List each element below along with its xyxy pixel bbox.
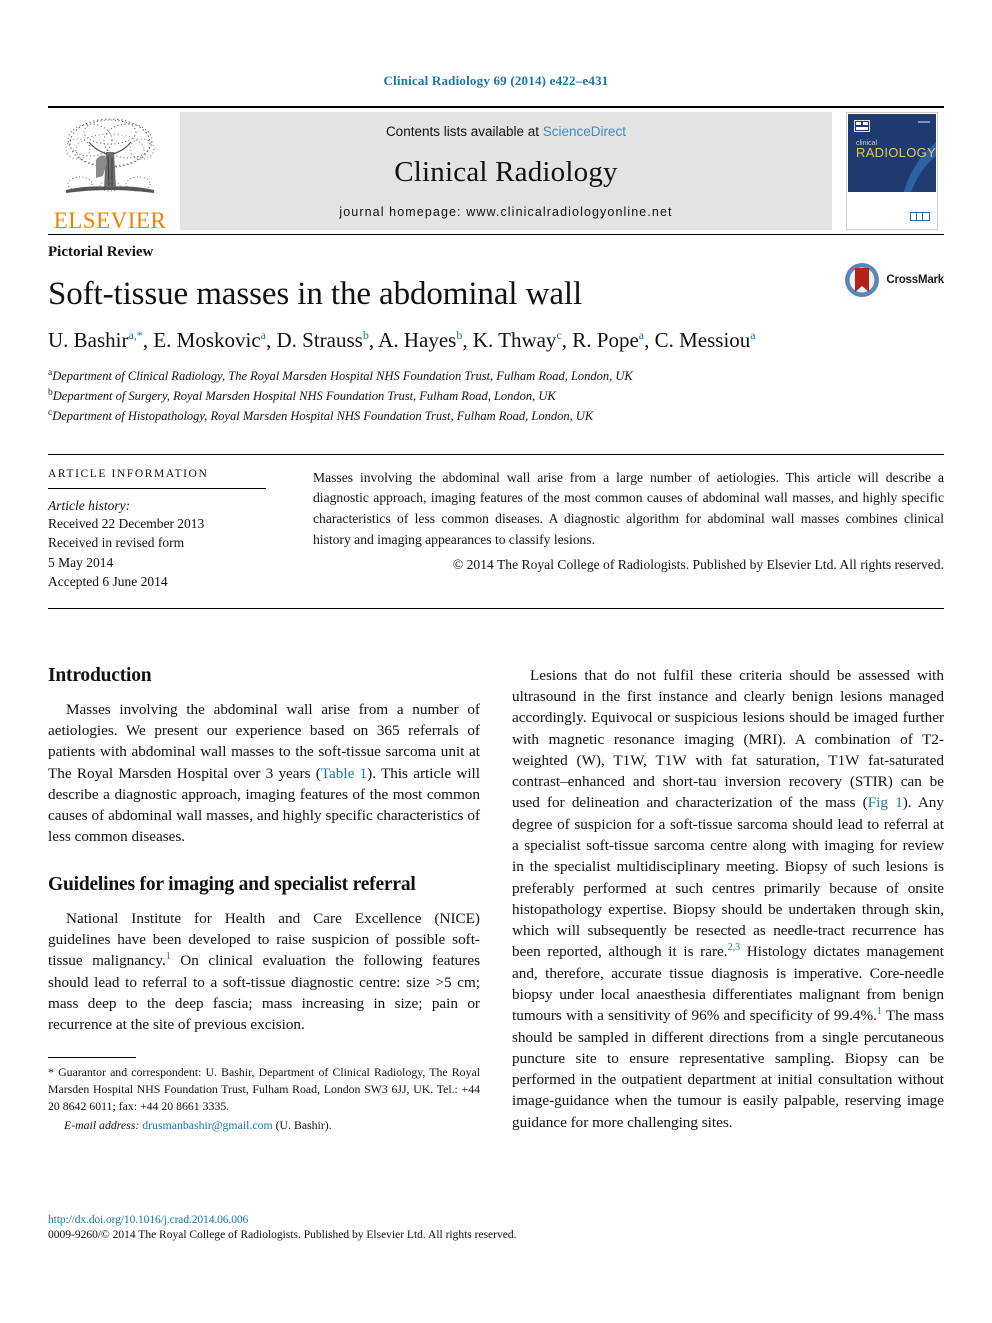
author-item: E. Moskovica (153, 328, 266, 352)
table-1-link[interactable]: Table 1 (321, 765, 367, 782)
author-name: K. Thway (472, 327, 557, 352)
crossmark-label: CrossMark (886, 274, 944, 286)
body-columns: Introduction Masses involving the abdomi… (48, 665, 944, 1134)
journal-cover-thumbnail[interactable]: clinical RADIOLOGY (840, 108, 944, 234)
affiliation-text: Department of Surgery, Royal Marsden Hos… (52, 389, 556, 404)
article-history-item: Received in revised form (48, 535, 185, 551)
affiliation-list: aDepartment of Clinical Radiology, The R… (48, 366, 944, 427)
contents-prefix: Contents lists available at (385, 124, 543, 139)
author-item: U. Bashira,* (48, 328, 143, 352)
article-type-label: Pictorial Review (48, 244, 154, 260)
author-name: A. Hayes (378, 327, 457, 352)
article-history-label: Article history: (48, 497, 131, 513)
article-history-item: Received 22 December 2013 (48, 515, 205, 531)
section-heading-guidelines: Guidelines for imaging and specialist re… (48, 873, 416, 895)
journal-homepage-line[interactable]: journal homepage: www.clinicalradiologyo… (339, 205, 672, 219)
author-name: C. Messiou (654, 327, 751, 352)
author-item: K. Thwayc (473, 328, 562, 352)
author-name: R. Pope (572, 327, 639, 352)
figure-1-link[interactable]: Fig 1 (868, 794, 903, 811)
article-history-item: 5 May 2014 (48, 554, 114, 570)
affiliation-item: cDepartment of Histopathology, Royal Mar… (48, 406, 944, 426)
affiliation-text: Department of Clinical Radiology, The Ro… (52, 368, 633, 383)
journal-article-page: Clinical Radiology 69 (2014) e422–e431 E… (0, 0, 992, 1323)
email-suffix: (U. Bashir). (272, 1117, 332, 1132)
lesions-paragraph: Lesions that do not fulfil these criteri… (512, 665, 944, 1133)
svg-text:RADIOLOGY: RADIOLOGY (856, 145, 936, 160)
author-item: R. Popea (572, 328, 644, 352)
author-list: U. Bashira,*, E. Moskovica, D. Straussb,… (48, 327, 756, 352)
intro-paragraph: Masses involving the abdominal wall aris… (48, 699, 480, 848)
author-name: E. Moskovic (153, 327, 261, 352)
elsevier-wordmark: ELSEVIER (53, 208, 167, 233)
article-information-heading: ARTICLE INFORMATION (48, 467, 209, 480)
author-marks: b (456, 327, 463, 342)
abstract-text: Masses involving the abdominal wall aris… (313, 469, 944, 548)
elsevier-tree-icon (65, 118, 155, 193)
article-history-item: Accepted 6 June 2014 (48, 574, 168, 590)
author-marks: a (750, 327, 756, 342)
journal-cover-image: clinical RADIOLOGY (846, 112, 938, 230)
journal-masthead: ELSEVIER Contents lists available at Sci… (48, 106, 944, 234)
email-line: E-mail address: drusmanbashir@gmail.com … (48, 1117, 480, 1134)
page-title: Soft-tissue masses in the abdominal wall (48, 276, 583, 312)
author-item: C. Messioua (655, 328, 756, 352)
lesions-text-d: The mass should be sampled in different … (512, 1007, 944, 1131)
article-information-column: ARTICLE INFORMATION Article history: Rec… (48, 468, 303, 592)
title-block: Pictorial Review CrossMark Soft-tissue m… (48, 234, 944, 427)
article-information-strip: ARTICLE INFORMATION Article history: Rec… (48, 453, 944, 609)
affiliation-item: aDepartment of Clinical Radiology, The R… (48, 366, 944, 386)
journal-title: Clinical Radiology (394, 155, 618, 188)
issn-copyright-line: 0009-9260/© 2014 The Royal College of Ra… (48, 1229, 517, 1241)
crossmark-icon (845, 263, 880, 297)
doi-link[interactable]: http://dx.doi.org/10.1016/j.crad.2014.06… (48, 1214, 944, 1226)
author-marks: b (362, 327, 369, 342)
running-head: Clinical Radiology 69 (2014) e422–e431 (383, 73, 609, 88)
author-marks: a (638, 327, 645, 342)
email-link[interactable]: drusmanbashir@gmail.com (142, 1118, 272, 1132)
right-column: Lesions that do not fulfil these criteri… (512, 665, 944, 1134)
contents-available-line: Contents lists available at ScienceDirec… (386, 124, 626, 139)
elsevier-logo: ELSEVIER (48, 108, 172, 234)
author-marks: a,* (128, 327, 143, 342)
article-information-divider (48, 487, 266, 489)
page-footer: http://dx.doi.org/10.1016/j.crad.2014.06… (48, 1214, 944, 1241)
author-name: D. Strauss (276, 327, 363, 352)
correspondence-body: Guarantor and correspondent: U. Bashir, … (48, 1065, 480, 1113)
affiliation-text: Department of Histopathology, Royal Mars… (52, 409, 594, 424)
correspondence-footnote: * Guarantor and correspondent: U. Bashir… (48, 1057, 480, 1133)
author-item: A. Hayesb (378, 328, 462, 352)
author-item: D. Straussb (276, 328, 368, 352)
author-marks: c (556, 327, 562, 342)
author-marks: a (260, 327, 266, 342)
guidelines-paragraph: National Institute for Health and Care E… (48, 908, 480, 1036)
lesions-text-a: Lesions that do not fulfil these criteri… (512, 666, 944, 812)
author-name: U. Bashir (48, 327, 129, 352)
abstract-column: Masses involving the abdominal wall aris… (303, 468, 944, 592)
left-column: Introduction Masses involving the abdomi… (48, 665, 480, 1134)
section-heading-introduction: Introduction (48, 664, 152, 686)
citation-link[interactable]: 2,3 (728, 942, 741, 953)
crossmark-badge[interactable]: CrossMark (843, 261, 944, 299)
correspondence-text: * Guarantor and correspondent: U. Bashir… (48, 1064, 480, 1114)
lesions-text-b: ). Any degree of suspicion for a soft-ti… (512, 794, 944, 961)
email-label: E-mail address: (64, 1117, 140, 1132)
journal-band: Contents lists available at ScienceDirec… (180, 112, 832, 230)
abstract-copyright: © 2014 The Royal College of Radiologists… (452, 557, 944, 573)
footnote-divider (48, 1057, 136, 1059)
sciencedirect-link[interactable]: ScienceDirect (543, 124, 626, 139)
affiliation-item: bDepartment of Surgery, Royal Marsden Ho… (48, 386, 944, 406)
